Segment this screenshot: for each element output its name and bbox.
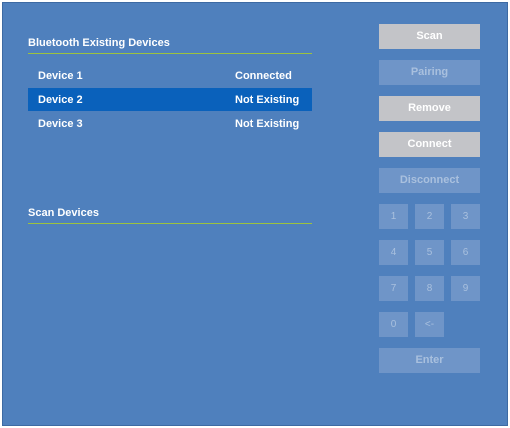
scan-button[interactable]: Scan	[379, 24, 480, 49]
device-status: Not Existing	[235, 94, 300, 106]
existing-devices-divider	[28, 53, 312, 54]
keypad-key-0[interactable]: 0	[379, 312, 408, 337]
keypad-key-2[interactable]: 2	[415, 204, 444, 229]
device-row-1[interactable]: Device 1 Connected	[28, 64, 312, 87]
keypad-key-4[interactable]: 4	[379, 240, 408, 265]
keypad-key-1[interactable]: 1	[379, 204, 408, 229]
bluetooth-panel: Bluetooth Existing Devices Device 1 Conn…	[2, 2, 508, 426]
keypad-key-7[interactable]: 7	[379, 276, 408, 301]
device-status: Not Existing	[235, 118, 300, 130]
scan-devices-title: Scan Devices	[28, 207, 99, 219]
keypad-key-8[interactable]: 8	[415, 276, 444, 301]
device-row-2[interactable]: Device 2 Not Existing	[28, 88, 312, 111]
remove-button[interactable]: Remove	[379, 96, 480, 121]
device-name: Device 3	[38, 118, 83, 130]
device-row-3[interactable]: Device 3 Not Existing	[28, 112, 312, 135]
device-name: Device 1	[38, 70, 83, 82]
scan-devices-divider	[28, 223, 312, 224]
keypad-backspace-key[interactable]: <-	[415, 312, 444, 337]
scan-devices-list[interactable]	[28, 227, 312, 397]
device-status: Connected	[235, 70, 292, 82]
disconnect-button[interactable]: Disconnect	[379, 168, 480, 193]
keypad-key-6[interactable]: 6	[451, 240, 480, 265]
device-name: Device 2	[38, 94, 83, 106]
keypad-key-5[interactable]: 5	[415, 240, 444, 265]
connect-button[interactable]: Connect	[379, 132, 480, 157]
pairing-button[interactable]: Pairing	[379, 60, 480, 85]
keypad-key-3[interactable]: 3	[451, 204, 480, 229]
existing-devices-title: Bluetooth Existing Devices	[28, 37, 170, 49]
enter-button[interactable]: Enter	[379, 348, 480, 373]
keypad-key-9[interactable]: 9	[451, 276, 480, 301]
